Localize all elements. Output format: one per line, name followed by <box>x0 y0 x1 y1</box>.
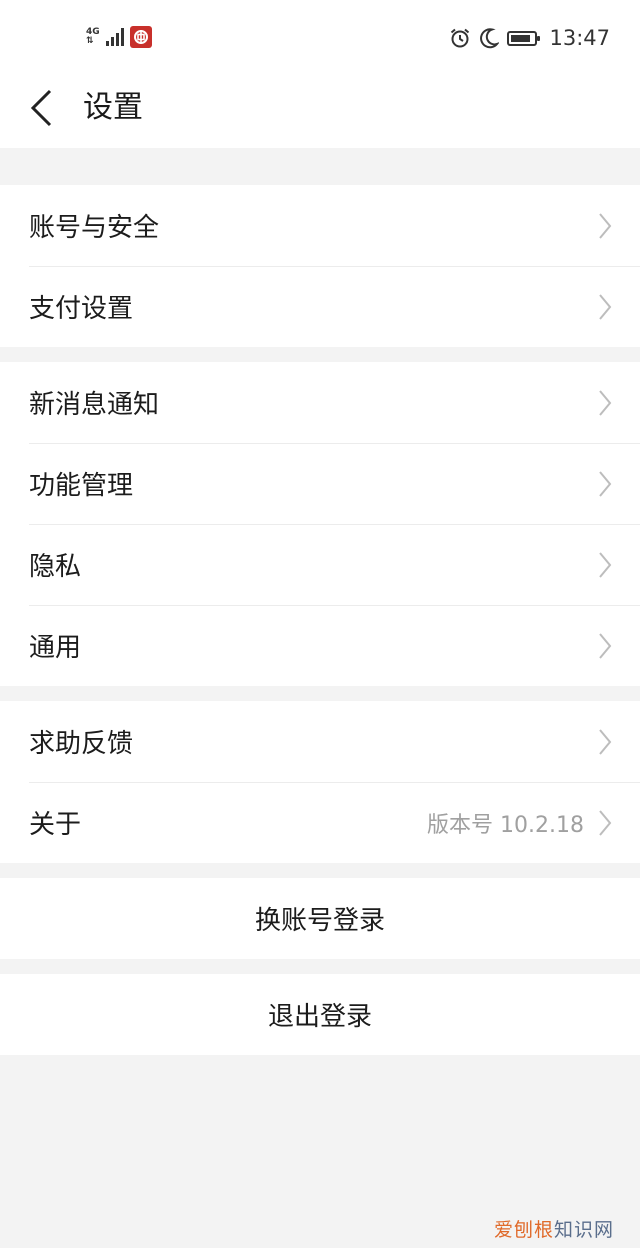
menu-item-label: 新消息通知 <box>29 390 160 420</box>
chevron-left-icon <box>30 89 52 127</box>
menu-item-general[interactable]: 通用 <box>0 605 640 686</box>
logout-button[interactable]: 退出登录 <box>0 974 640 1055</box>
watermark: 爱刨根知识网 <box>494 1215 614 1242</box>
menu-item-label: 求助反馈 <box>29 729 134 759</box>
chevron-right-icon <box>599 212 612 239</box>
menu-item-label: 账号与安全 <box>29 213 160 243</box>
chevron-right-icon <box>599 632 612 659</box>
battery-icon <box>507 30 541 46</box>
alarm-icon <box>451 28 470 48</box>
page-header: 设置 <box>0 70 640 148</box>
menu-item-label: 功能管理 <box>29 471 134 501</box>
settings-group-help: 求助反馈 关于 版本号 10.2.18 <box>0 701 640 863</box>
status-right: 13:47 <box>449 26 610 50</box>
version-number: 版本号 10.2.18 <box>427 812 584 838</box>
menu-item-privacy[interactable]: 隐私 <box>0 524 640 605</box>
menu-item-help-feedback[interactable]: 求助反馈 <box>0 701 640 782</box>
moon-icon <box>480 28 500 49</box>
status-bar: 4G ⇅ 13:47 <box>0 0 640 70</box>
status-time: 13:47 <box>549 26 610 50</box>
chevron-right-icon <box>599 389 612 416</box>
watermark-part2: 知识网 <box>553 1219 614 1241</box>
data-arrows-icon: ⇅ <box>86 36 94 46</box>
menu-item-label: 支付设置 <box>29 294 134 324</box>
chevron-right-icon <box>599 293 612 320</box>
settings-group-general: 新消息通知 功能管理 隐私 通用 <box>0 362 640 686</box>
status-left: 4G ⇅ <box>86 26 152 48</box>
battery-fill <box>511 34 531 42</box>
menu-item-account-security[interactable]: 账号与安全 <box>0 185 640 266</box>
menu-item-about[interactable]: 关于 版本号 10.2.18 <box>0 782 640 863</box>
signal-icon <box>105 28 124 46</box>
chevron-right-icon <box>599 551 612 578</box>
chevron-right-icon <box>599 809 612 836</box>
watermark-part1: 爱刨根 <box>493 1219 554 1241</box>
network-indicator: 4G ⇅ <box>86 28 100 46</box>
page-title: 设置 <box>83 90 143 125</box>
switch-account-button[interactable]: 换账号登录 <box>0 878 640 959</box>
menu-item-label: 隐私 <box>29 552 82 582</box>
bank-app-icon <box>129 26 152 48</box>
menu-item-label: 关于 <box>29 810 82 840</box>
menu-item-notifications[interactable]: 新消息通知 <box>0 362 640 443</box>
chevron-right-icon <box>599 728 612 755</box>
chevron-right-icon <box>599 470 612 497</box>
menu-item-label: 通用 <box>29 633 82 663</box>
menu-item-payment-settings[interactable]: 支付设置 <box>0 266 640 347</box>
back-button[interactable] <box>28 88 68 128</box>
menu-item-feature-management[interactable]: 功能管理 <box>0 443 640 524</box>
settings-group-account: 账号与安全 支付设置 <box>0 185 640 347</box>
